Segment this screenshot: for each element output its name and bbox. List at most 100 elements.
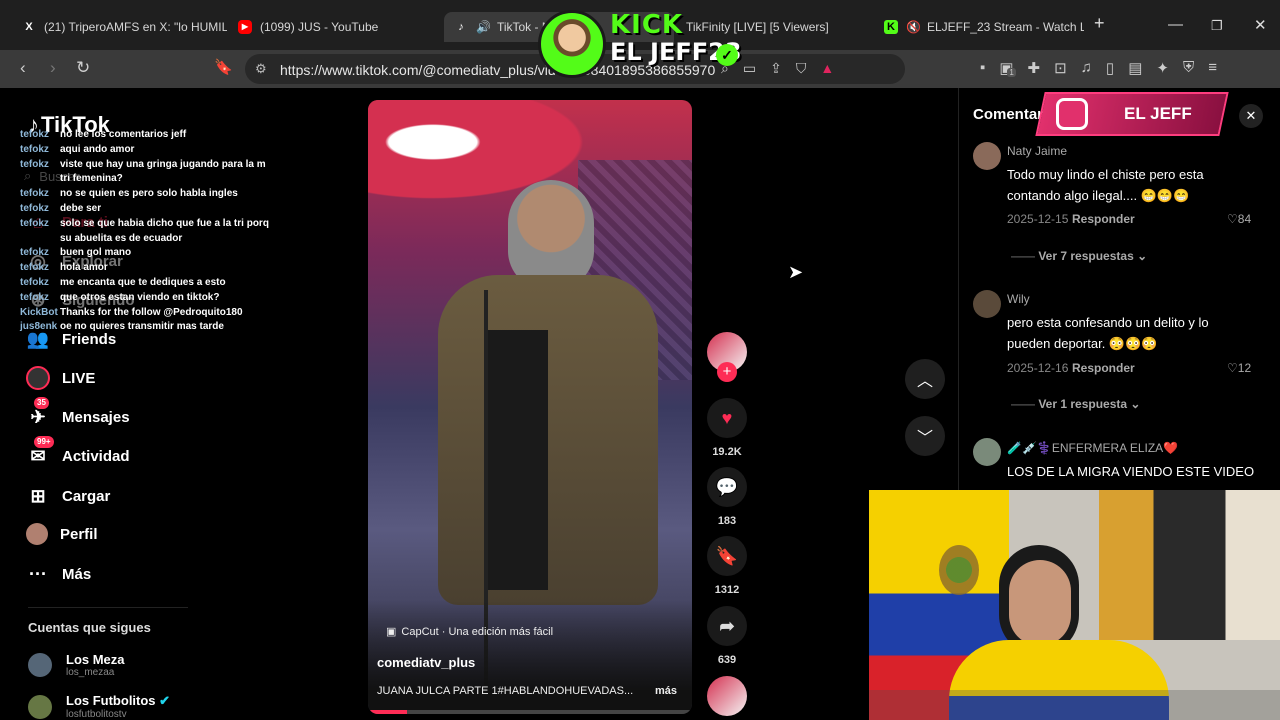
sidebar-item-live[interactable]: LIVE — [26, 366, 95, 390]
comment-like-count: 12 — [1237, 361, 1252, 375]
streamer-avatar — [538, 10, 606, 78]
chat-user: jus8enk — [20, 321, 58, 333]
share-count: 639 — [717, 654, 737, 666]
chat-line: tefokz viste que hay una gringa jugando p… — [20, 158, 270, 173]
cast-icon[interactable]: ▭ — [743, 60, 756, 77]
screenshot-icon[interactable]: ⊡ — [1054, 59, 1067, 77]
tab-title: (21) TriperoAMFS en X: "lo HUMILL — [44, 20, 227, 34]
like-action[interactable]: ♥ 19.2K — [707, 398, 747, 458]
brave-shield-icon[interactable]: ⛉ — [796, 60, 807, 77]
comment-like-button[interactable]: ♡84 — [1227, 212, 1251, 226]
tab-youtube[interactable]: ▶ (1099) JUS - YouTube — [228, 12, 438, 42]
sidebar-icon[interactable]: ▯ — [1106, 59, 1114, 77]
leo-icon[interactable]: ✦ — [1156, 59, 1169, 77]
puzzle-icon[interactable]: ✚ — [1028, 59, 1041, 77]
comment-like-button[interactable]: ♡12 — [1227, 361, 1251, 375]
activity-badge: 99+ — [34, 436, 54, 448]
back-icon[interactable]: ‹ — [20, 58, 26, 78]
follow-plus-icon[interactable]: + — [717, 362, 737, 382]
music-icon[interactable]: ♫ — [1081, 59, 1092, 77]
tab-x[interactable]: X (21) TriperoAMFS en X: "lo HUMILL — [12, 12, 227, 42]
share-action[interactable]: ➦ 639 — [707, 606, 747, 666]
view-replies-label: Ver 1 respuesta — [1038, 397, 1128, 411]
site-info-icon[interactable]: ⚙ — [255, 61, 267, 77]
chat-message: no se quien es pero solo habla ingles — [60, 188, 238, 200]
caption-more-link[interactable]: más — [655, 685, 677, 697]
desk — [869, 690, 1280, 720]
reply-button[interactable]: Responder — [1072, 361, 1135, 375]
more-icon: ··· — [29, 563, 47, 584]
following-item[interactable]: Los Meza los_mezaa — [28, 652, 125, 678]
menu-icon[interactable]: ≡ — [1208, 59, 1217, 77]
brave-rewards-icon[interactable]: ▲ — [820, 60, 834, 77]
extensions-bar: ▪ ▣1 ✚ ⊡ ♫ ▯ ▤ ✦ ⛨ ≡ — [980, 59, 1217, 77]
view-replies-button[interactable]: —— Ver 7 respuestas ⌄ — [1011, 249, 1147, 263]
chat-message: viste que hay una gringa jugando para la… — [60, 158, 266, 170]
tab-kick[interactable]: K 🔇 ELJEFF_23 Stream - Watch Live — [874, 12, 1084, 42]
video-author[interactable]: comediatv_plus — [377, 655, 475, 670]
view-replies-button[interactable]: —— Ver 1 respuesta ⌄ — [1011, 397, 1140, 411]
comment-user[interactable]: Wily — [1007, 292, 1030, 306]
forward-icon[interactable]: › — [50, 58, 56, 78]
reload-icon[interactable]: ↻ — [76, 58, 90, 78]
avatar — [973, 438, 1001, 466]
message-badge: 35 — [34, 397, 49, 409]
next-video-button[interactable]: ﹀ — [905, 416, 945, 456]
comment-action[interactable]: 💬 183 — [707, 467, 747, 527]
share-icon[interactable]: ⇪ — [770, 60, 782, 77]
comedian-shirt — [488, 330, 548, 590]
comment-user[interactable]: 🧪💉⚕️ENFERMERA ELIZA❤️ — [1007, 441, 1178, 455]
chat-line: tefokz que otros estan viendo en tiktok? — [20, 291, 270, 306]
sidebar-item-actividad[interactable]: ✉ 99+ Actividad — [26, 436, 130, 468]
capcut-label[interactable]: ▣ CapCut · Una edición más fácil — [386, 625, 553, 639]
sidebar-item-cargar[interactable]: ⊞ Cargar — [26, 484, 110, 508]
chat-message: que otros estan viendo en tiktok? — [60, 291, 220, 303]
following-title: Cuentas que sigues — [28, 620, 151, 635]
comment-user[interactable]: Naty Jaime — [1007, 144, 1067, 158]
verified-icon: ✓ — [716, 44, 738, 66]
webcam-feed — [869, 490, 1280, 720]
activity-icon: ✉ 99+ — [26, 436, 54, 468]
following-item[interactable]: Los Futbolitos ✔ losfutbolitostv — [28, 693, 170, 720]
following-handle: losfutbolitostv — [66, 709, 127, 720]
minimize-button[interactable]: — — [1168, 16, 1183, 33]
new-tab-button[interactable]: + — [1094, 13, 1105, 34]
chat-user — [20, 232, 60, 247]
sidebar-item-mas[interactable]: ··· Más — [26, 562, 91, 586]
chat-message: me encanta que te dediques a esto — [60, 276, 226, 288]
following-name-row: Los Futbolitos ✔ — [66, 693, 170, 709]
upload-icon: ⊞ — [30, 485, 46, 506]
instagram-name: EL JEFF — [1124, 104, 1192, 123]
video-progress-track[interactable] — [368, 710, 692, 714]
close-comments-button[interactable]: ✕ — [1239, 104, 1263, 128]
reply-button[interactable]: Responder — [1072, 212, 1135, 226]
chat-user: tefokz — [20, 262, 49, 274]
chat-line: KickBot Thanks for the follow @Pedroquito… — [20, 306, 270, 321]
sidebar-item-mensajes[interactable]: ✈ 35 Mensajes — [26, 397, 130, 429]
restore-button[interactable]: ❐ — [1211, 18, 1223, 34]
chat-user: tefokz — [20, 291, 49, 303]
video-player[interactable]: ▣ CapCut · Una edición más fácil comedia… — [368, 100, 692, 714]
chat-line: tefokz no se quien es pero solo habla ing… — [20, 187, 270, 202]
sidebar-item-perfil[interactable]: Perfil — [26, 523, 98, 545]
extension-icon[interactable]: ▪ — [980, 59, 985, 77]
instagram-icon — [1056, 98, 1088, 130]
chat-user: tefokz — [20, 217, 49, 229]
extension-icon[interactable]: ▣1 — [999, 59, 1016, 77]
avatar — [28, 694, 52, 719]
live-icon — [26, 366, 50, 390]
comedian-head — [508, 180, 594, 290]
streamer-face — [1009, 560, 1071, 646]
bookmark-icon[interactable]: 🔖 — [214, 58, 233, 78]
previous-video-button[interactable]: ︿ — [905, 359, 945, 399]
vpn-icon[interactable]: ⛨ — [1183, 59, 1194, 77]
comment-text: LOS DE LA MIGRA VIENDO ESTE VIDEO — [1007, 464, 1255, 479]
extension-badge: 1 — [1007, 68, 1016, 77]
save-action[interactable]: 🔖 1312 — [707, 536, 747, 596]
chat-line: tefokz me encanta que te dediques a esto — [20, 276, 270, 291]
avatar — [973, 290, 1001, 318]
chat-user: tefokz — [20, 158, 49, 170]
close-window-button[interactable]: ✕ — [1254, 16, 1267, 34]
wallet-icon[interactable]: ▤ — [1128, 59, 1142, 77]
music-disc-icon[interactable] — [707, 676, 747, 716]
